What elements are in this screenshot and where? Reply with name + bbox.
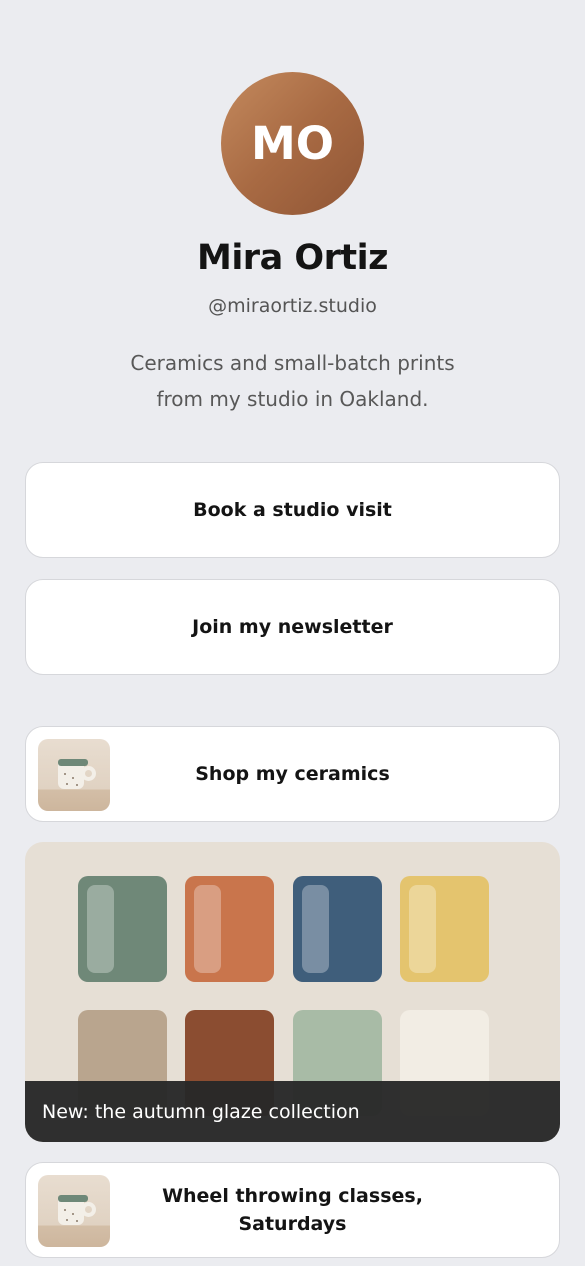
link-shop-ceramics[interactable]: Shop my ceramics xyxy=(25,726,560,822)
profile-name: Mira Ortiz xyxy=(196,238,389,278)
mug-image xyxy=(38,1175,110,1247)
glaze-swatch xyxy=(78,876,167,982)
link-book-studio-visit[interactable]: Book a studio visit xyxy=(25,462,560,558)
profile-handle: @miraortiz.studio xyxy=(208,295,377,317)
link-join-newsletter[interactable]: Join my newsletter xyxy=(25,579,560,675)
link-label-line: Wheel throwing classes, xyxy=(162,1185,423,1207)
featured-collection-card[interactable]: New: the autumn glaze collection xyxy=(25,842,560,1142)
avatar-initials: MO xyxy=(250,117,335,170)
link-label: Shop my ceramics xyxy=(195,763,390,785)
glaze-swatch xyxy=(293,876,382,982)
bio-line: Ceramics and small-batch prints xyxy=(130,351,455,375)
link-label: Book a studio visit xyxy=(193,499,392,521)
glaze-swatch xyxy=(400,876,489,982)
link-wheel-throwing-classes[interactable]: Wheel throwing classes, Saturdays xyxy=(25,1162,560,1258)
mug-image xyxy=(38,739,110,811)
bio-line: from my studio in Oakland. xyxy=(156,387,429,411)
link-label: Wheel throwing classes, Saturdays xyxy=(162,1182,423,1238)
avatar: MO xyxy=(221,72,364,215)
glaze-swatch xyxy=(185,876,274,982)
feature-caption: New: the autumn glaze collection xyxy=(25,1081,560,1142)
link-label: Join my newsletter xyxy=(192,616,393,638)
profile-bio: Ceramics and small-batch prints from my … xyxy=(100,345,485,417)
link-label-line: Saturdays xyxy=(238,1213,347,1235)
